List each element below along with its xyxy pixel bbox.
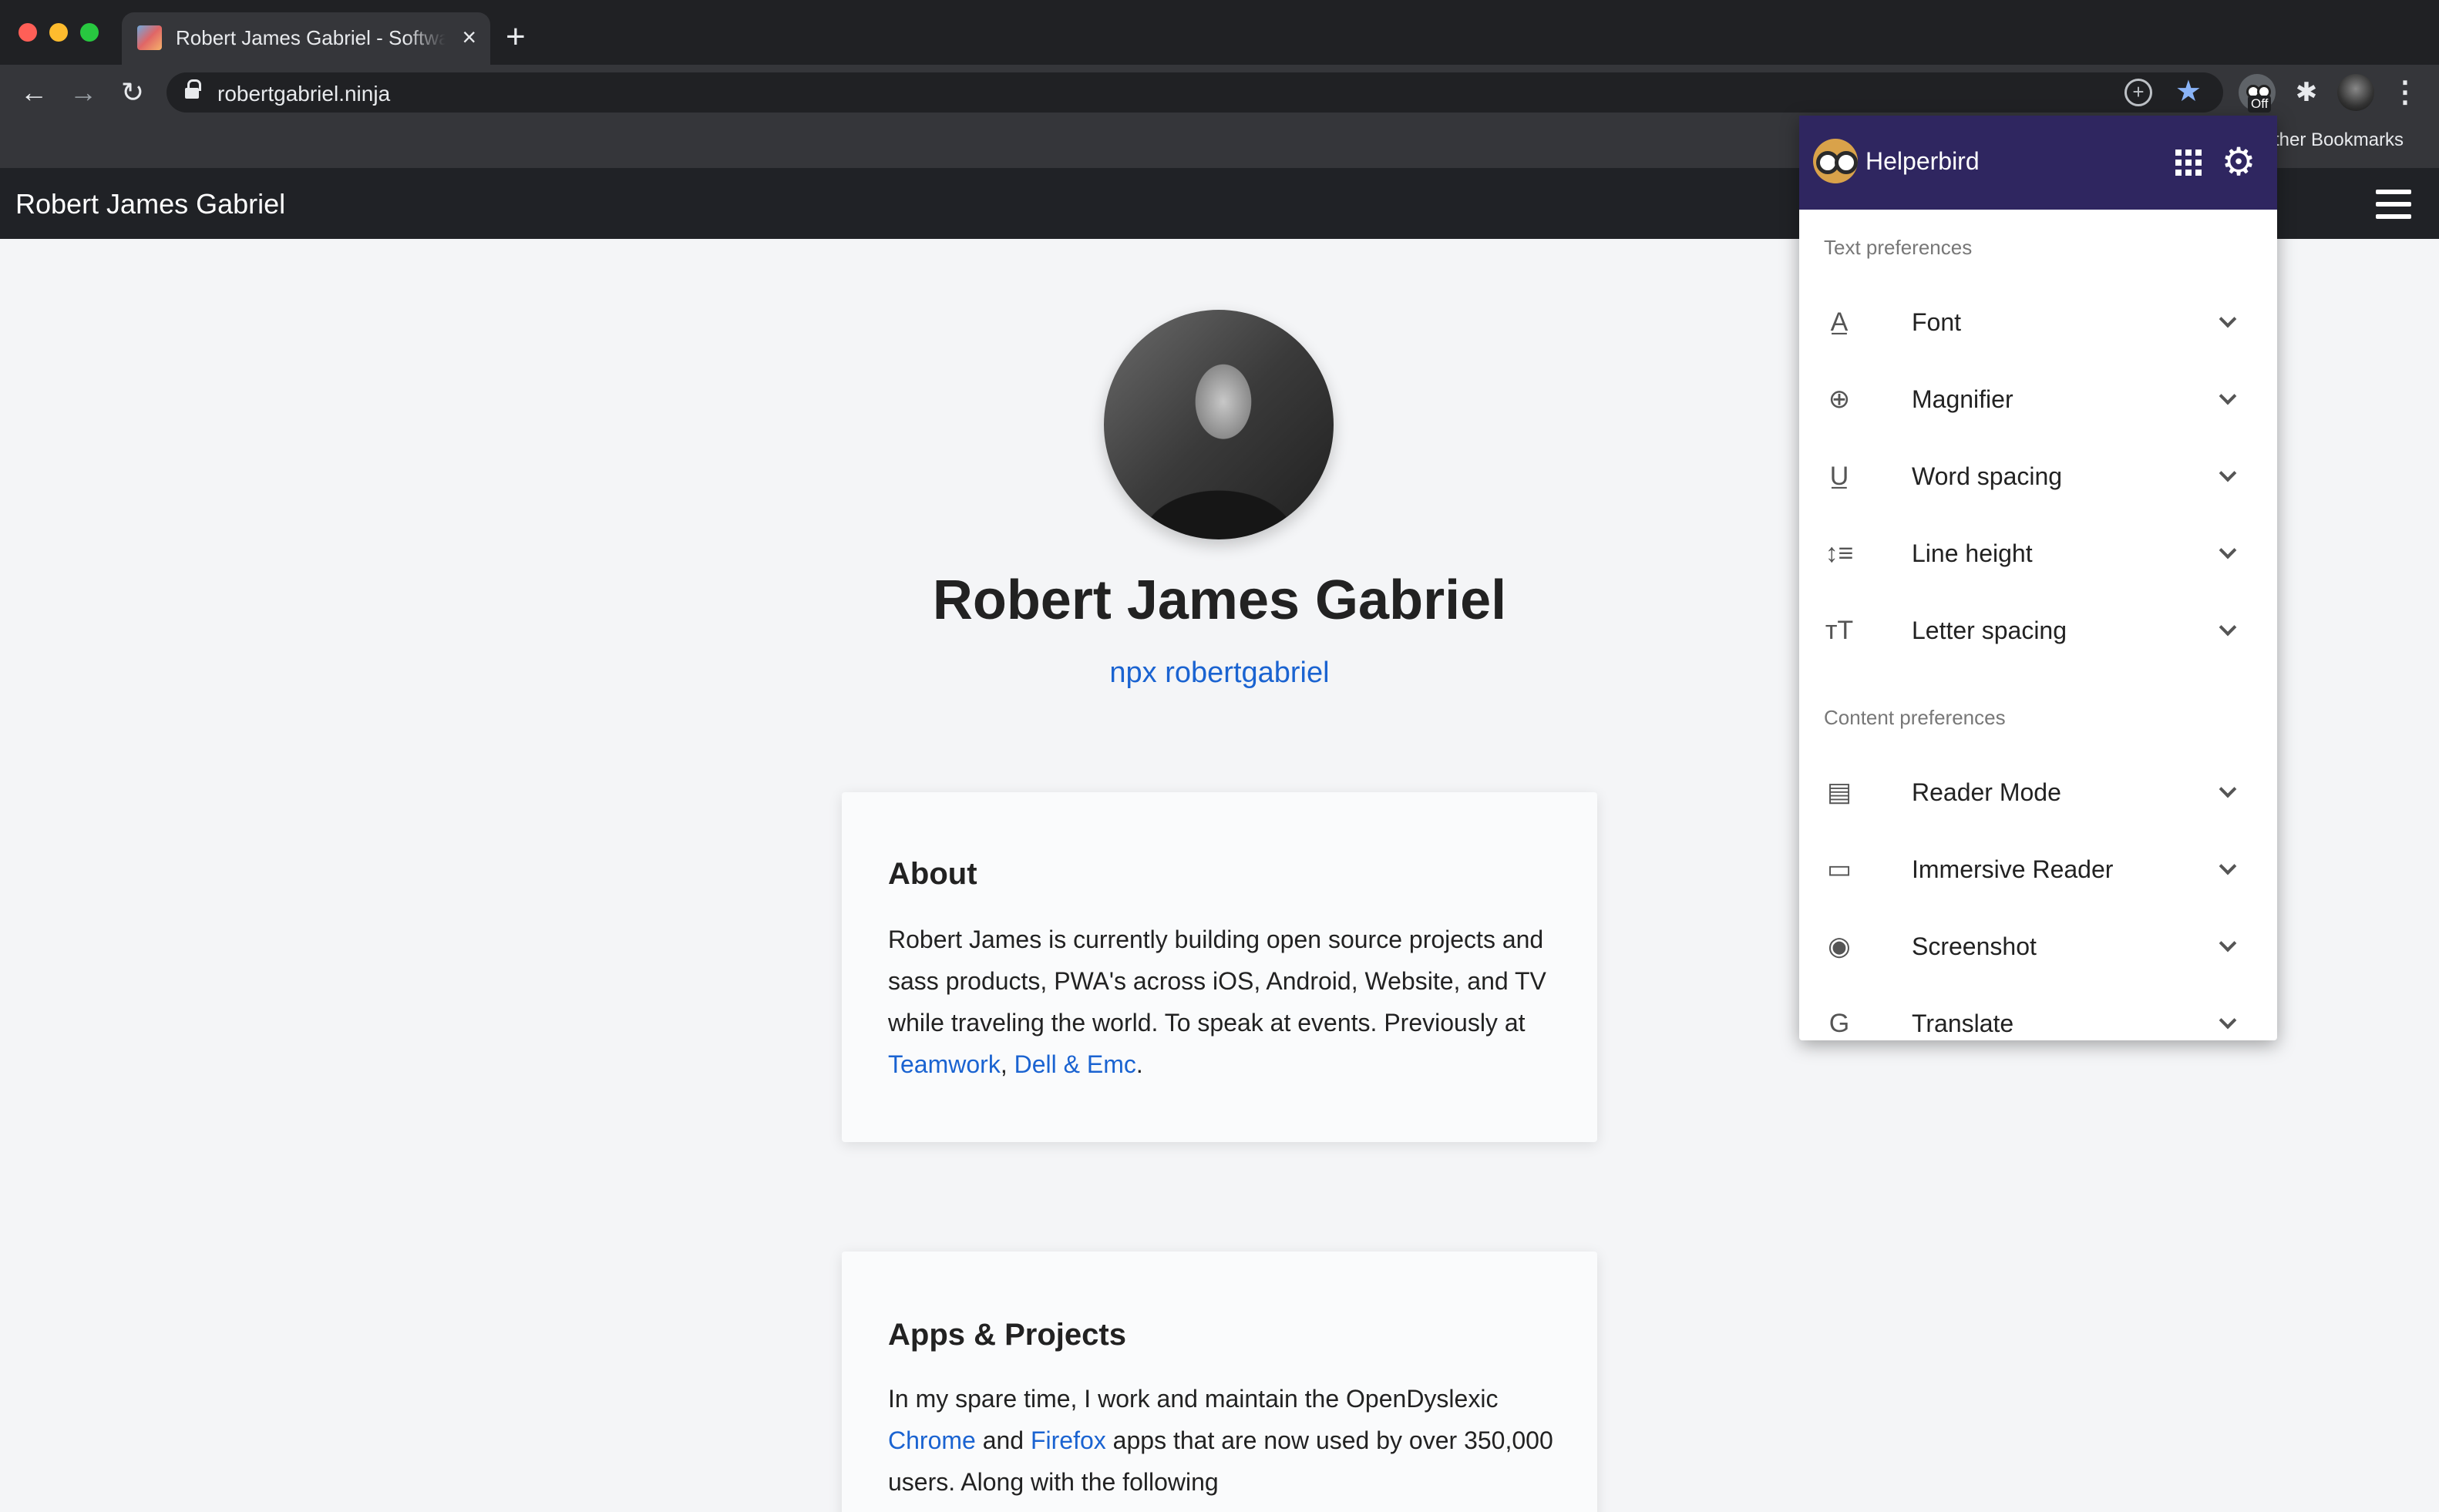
extensions-puzzle-icon[interactable]: ✱ bbox=[2288, 74, 2325, 111]
teamwork-link[interactable]: Teamwork bbox=[888, 1050, 1001, 1078]
pref-row-line-height[interactable]: ↕≡ Line height bbox=[1799, 515, 2277, 592]
pref-row-translate[interactable]: G Translate bbox=[1799, 985, 2277, 1040]
pref-label: Magnifier bbox=[1912, 385, 2013, 413]
chevron-down-icon[interactable] bbox=[2219, 310, 2237, 328]
back-button[interactable]: ← bbox=[15, 74, 52, 111]
pref-label: Letter spacing bbox=[1912, 617, 2067, 644]
chevron-down-icon[interactable] bbox=[2219, 934, 2237, 953]
chevron-down-icon[interactable] bbox=[2219, 1011, 2237, 1030]
pref-row-letter-spacing[interactable]: ᴛT Letter spacing bbox=[1799, 592, 2277, 669]
helperbird-header: Helperbird ⚙ bbox=[1799, 116, 2277, 210]
pref-label: Translate bbox=[1912, 1010, 2014, 1037]
tab-title: Robert James Gabriel - Software bbox=[176, 26, 446, 49]
pref-label: Screenshot bbox=[1912, 932, 2037, 960]
line-height-icon: ↕≡ bbox=[1825, 539, 1854, 568]
helperbird-logo-icon bbox=[1813, 139, 1858, 183]
pref-label: Line height bbox=[1912, 539, 2033, 567]
about-body: Robert James is currently building open … bbox=[888, 926, 1546, 1037]
immersive-reader-icon: ▭ bbox=[1826, 855, 1852, 884]
content-preferences-label: Content preferences bbox=[1824, 706, 2006, 729]
maximize-window-button[interactable] bbox=[80, 23, 99, 42]
about-heading: About bbox=[888, 857, 977, 891]
pref-label: Word spacing bbox=[1912, 462, 2063, 490]
pref-row-reader-mode[interactable]: ▤ Reader Mode bbox=[1799, 754, 2277, 831]
reader-mode-icon: ▤ bbox=[1826, 778, 1852, 807]
helperbird-title: Helperbird bbox=[1865, 147, 1980, 175]
translate-icon: G bbox=[1828, 1009, 1850, 1038]
chevron-down-icon[interactable] bbox=[2219, 464, 2237, 482]
extension-status-badge: Off bbox=[2248, 96, 2272, 113]
pref-row-word-spacing[interactable]: U̲ Word spacing bbox=[1799, 438, 2277, 515]
profile-name: Robert James Gabriel bbox=[932, 570, 1507, 631]
about-separator: , bbox=[1000, 1050, 1008, 1078]
site-brand[interactable]: Robert James Gabriel bbox=[15, 188, 285, 220]
apps-and: and bbox=[982, 1426, 1024, 1454]
browser-titlebar: Robert James Gabriel - Software × + bbox=[0, 0, 2439, 65]
about-text: Robert James is currently building open … bbox=[888, 919, 1566, 1085]
install-app-icon[interactable]: + bbox=[2124, 79, 2152, 106]
other-bookmarks[interactable]: ther Bookmarks bbox=[2274, 129, 2404, 151]
camera-icon: ◉ bbox=[1828, 932, 1851, 961]
font-icon: A̲ bbox=[1830, 307, 1849, 337]
about-period: . bbox=[1135, 1050, 1143, 1078]
forward-button[interactable]: → bbox=[65, 74, 102, 111]
settings-gear-icon[interactable]: ⚙ bbox=[2217, 140, 2260, 183]
new-tab-button[interactable]: + bbox=[506, 20, 526, 54]
chrome-link[interactable]: Chrome bbox=[888, 1426, 976, 1454]
pref-label: Font bbox=[1912, 308, 1962, 336]
helperbird-popup: Helperbird ⚙ Text preferences A̲ Font ⊕ Mag… bbox=[1799, 116, 2277, 1040]
favicon-icon bbox=[137, 25, 162, 50]
apps-heading: Apps & Projects bbox=[888, 1318, 1126, 1352]
profile-photo bbox=[1104, 310, 1334, 539]
browser-tab[interactable]: Robert James Gabriel - Software × bbox=[122, 12, 490, 65]
close-window-button[interactable] bbox=[19, 23, 37, 42]
minimize-window-button[interactable] bbox=[49, 23, 68, 42]
pref-label: Immersive Reader bbox=[1912, 855, 2114, 883]
browser-toolbar: ← → ↻ robertgabriel.ninja + ★ ✱ ⋮ bbox=[0, 65, 2439, 120]
word-spacing-icon: U̲ bbox=[1829, 462, 1849, 491]
browser-menu-icon[interactable]: ⋮ bbox=[2387, 74, 2424, 111]
apps-grid-icon[interactable] bbox=[2175, 150, 2202, 176]
about-card: About Robert James is currently building… bbox=[842, 792, 1597, 1142]
pref-row-screenshot[interactable]: ◉ Screenshot bbox=[1799, 908, 2277, 985]
pref-row-magnifier[interactable]: ⊕ Magnifier bbox=[1799, 361, 2277, 438]
chevron-down-icon[interactable] bbox=[2219, 780, 2237, 798]
text-preferences-label: Text preferences bbox=[1824, 236, 1973, 259]
pref-row-immersive-reader[interactable]: ▭ Immersive Reader bbox=[1799, 831, 2277, 908]
dell-emc-link[interactable]: Dell & Emc bbox=[1014, 1050, 1136, 1078]
apps-card: Apps & Projects In my spare time, I work… bbox=[842, 1252, 1597, 1512]
chevron-down-icon[interactable] bbox=[2219, 618, 2237, 637]
address-bar[interactable]: robertgabriel.ninja + ★ bbox=[167, 72, 2223, 113]
profile-avatar[interactable] bbox=[2337, 74, 2374, 111]
chevron-down-icon[interactable] bbox=[2219, 541, 2237, 559]
pref-row-font[interactable]: A̲ Font bbox=[1799, 284, 2277, 361]
url-text[interactable]: robertgabriel.ninja bbox=[217, 82, 390, 106]
tab-close-icon[interactable]: × bbox=[462, 22, 476, 52]
apps-text: In my spare time, I work and maintain th… bbox=[888, 1378, 1566, 1503]
reload-button[interactable]: ↻ bbox=[114, 74, 151, 111]
hamburger-menu-icon[interactable] bbox=[2376, 190, 2411, 219]
lock-icon[interactable] bbox=[185, 79, 201, 100]
firefox-link[interactable]: Firefox bbox=[1031, 1426, 1106, 1454]
apps-body-1: In my spare time, I work and maintain th… bbox=[888, 1385, 1499, 1413]
letter-spacing-icon: ᴛT bbox=[1825, 616, 1854, 645]
magnifier-icon: ⊕ bbox=[1828, 385, 1851, 414]
chevron-down-icon[interactable] bbox=[2219, 857, 2237, 875]
pref-label: Reader Mode bbox=[1912, 778, 2061, 806]
chevron-down-icon[interactable] bbox=[2219, 387, 2237, 405]
bookmark-star-icon[interactable]: ★ bbox=[2175, 74, 2202, 109]
npx-link[interactable]: npx robertgabriel bbox=[988, 657, 1451, 690]
